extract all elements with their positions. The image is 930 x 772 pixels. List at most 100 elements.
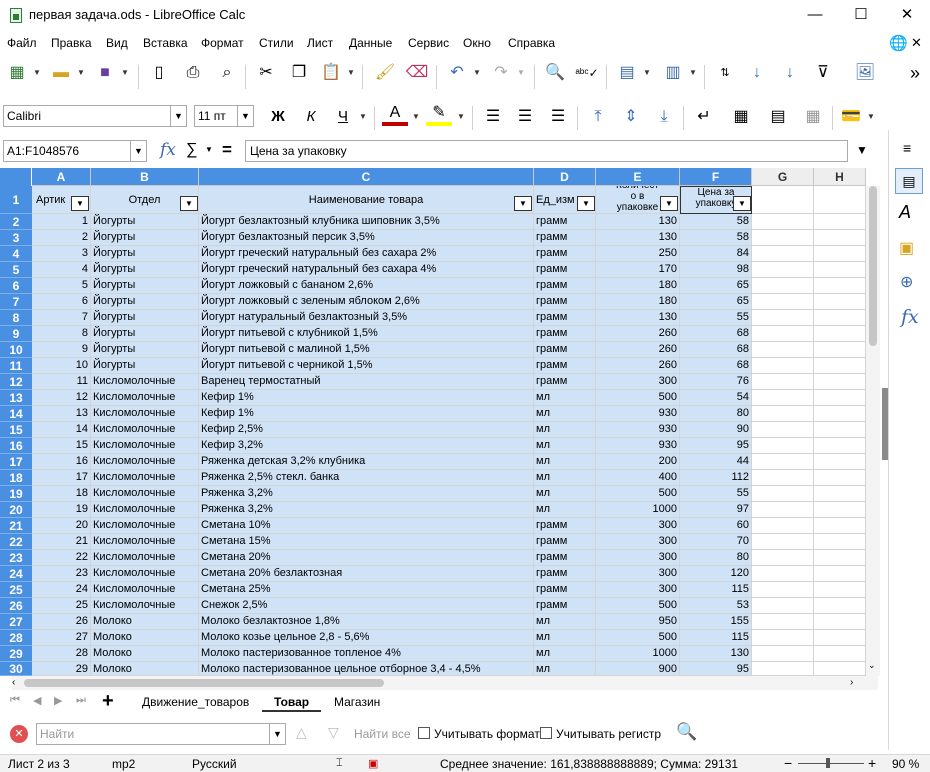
cell-quantity[interactable]: 930 xyxy=(596,406,680,422)
cell-department[interactable]: Молоко xyxy=(91,614,199,630)
cell[interactable] xyxy=(814,214,866,230)
cell-quantity[interactable]: 260 xyxy=(596,326,680,342)
cell-article[interactable]: 27 xyxy=(32,630,91,646)
cell[interactable] xyxy=(814,470,866,486)
cell-unit[interactable]: грамм xyxy=(534,374,596,390)
menu-sheet[interactable]: Лист xyxy=(307,36,333,50)
cell[interactable] xyxy=(752,614,814,630)
row-header[interactable]: 4 xyxy=(0,246,32,262)
cell-price[interactable]: 98 xyxy=(680,262,752,278)
cell-department[interactable]: Йогурты xyxy=(91,342,199,358)
cell-article[interactable]: 28 xyxy=(32,646,91,662)
row-header[interactable]: 26 xyxy=(0,598,32,614)
cell[interactable] xyxy=(752,646,814,662)
cell-quantity[interactable]: 900 xyxy=(596,662,680,676)
cell-department[interactable]: Кисломолочные xyxy=(91,374,199,390)
cell[interactable] xyxy=(814,390,866,406)
minimize-button[interactable]: — xyxy=(792,0,838,30)
cell-quantity[interactable]: 260 xyxy=(596,342,680,358)
cell[interactable] xyxy=(752,582,814,598)
cell-article[interactable]: 24 xyxy=(32,582,91,598)
cell-unit[interactable]: мл xyxy=(534,406,596,422)
cell[interactable] xyxy=(814,246,866,262)
horizontal-scroll-thumb[interactable] xyxy=(24,679,384,687)
zoom-in-icon[interactable]: + xyxy=(868,755,876,771)
cell-unit[interactable]: мл xyxy=(534,486,596,502)
unmerge-cells-icon[interactable]: ▦ xyxy=(800,104,826,130)
column-header-c[interactable]: C xyxy=(199,168,534,186)
clear-formatting-icon[interactable]: ⌫ xyxy=(404,60,430,86)
autofilter-button-b[interactable]: ▼ xyxy=(180,196,198,211)
cell-article[interactable]: 16 xyxy=(32,454,91,470)
first-sheet-icon[interactable]: ⏮ xyxy=(10,694,20,707)
font-color-button[interactable]: A xyxy=(382,102,408,126)
cell-product-name[interactable]: Молоко пастеризованное цельное отборное … xyxy=(199,662,534,676)
cell-department[interactable]: Кисломолочные xyxy=(91,422,199,438)
row-header[interactable]: 5 xyxy=(0,262,32,278)
menu-tools[interactable]: Сервис xyxy=(408,36,449,50)
cell-department[interactable]: Кисломолочные xyxy=(91,406,199,422)
row-header[interactable]: 15 xyxy=(0,422,32,438)
cell-quantity[interactable]: 250 xyxy=(596,246,680,262)
autofilter-button-f[interactable]: ▼ xyxy=(733,196,751,211)
cell-price[interactable]: 68 xyxy=(680,326,752,342)
cell[interactable] xyxy=(814,662,866,676)
autofilter-button-c[interactable]: ▼ xyxy=(514,196,532,211)
cell-unit[interactable]: грамм xyxy=(534,518,596,534)
cell-article[interactable]: 26 xyxy=(32,614,91,630)
cell-product-name[interactable]: Ряженка 3,2% xyxy=(199,486,534,502)
sheet-tab-store[interactable]: Магазин xyxy=(324,692,390,712)
cell-product-name[interactable]: Сметана 20% безлактозная xyxy=(199,566,534,582)
cell-product-name[interactable]: Снежок 2,5% xyxy=(199,598,534,614)
cell[interactable] xyxy=(752,358,814,374)
menu-insert[interactable]: Вставка xyxy=(143,36,188,50)
cell-price[interactable]: 54 xyxy=(680,390,752,406)
cell-quantity[interactable]: 260 xyxy=(596,358,680,374)
cut-icon[interactable]: ✂ xyxy=(253,60,279,86)
merge-cells-icon[interactable]: ▦ xyxy=(728,104,754,130)
cell-product-name[interactable]: Варенец термостатный xyxy=(199,374,534,390)
cell-quantity[interactable]: 300 xyxy=(596,374,680,390)
undo-dropdown-icon[interactable]: ▼ xyxy=(472,60,482,86)
cell[interactable] xyxy=(814,534,866,550)
cell-department[interactable]: Йогурты xyxy=(91,358,199,374)
cell-unit[interactable]: грамм xyxy=(534,310,596,326)
select-all-corner[interactable] xyxy=(0,168,32,186)
column-header-d[interactable]: D xyxy=(534,168,596,186)
previous-sheet-icon[interactable]: ◀ xyxy=(33,694,41,707)
chevron-down-icon[interactable]: ▼ xyxy=(130,141,146,161)
find-previous-icon[interactable]: △ xyxy=(296,724,307,741)
align-bottom-icon[interactable]: ⤓ xyxy=(651,104,677,130)
document-modified-icon[interactable]: ▣ xyxy=(368,757,378,770)
underline-button[interactable]: Ч xyxy=(330,104,356,130)
cell-unit[interactable]: мл xyxy=(534,390,596,406)
cell-department[interactable]: Йогурты xyxy=(91,246,199,262)
spelling-icon[interactable]: ᵃᵇᶜ✓ xyxy=(574,60,600,86)
cell[interactable] xyxy=(752,374,814,390)
cell[interactable] xyxy=(814,454,866,470)
more-options-icon[interactable]: » xyxy=(902,60,928,86)
cell-article[interactable]: 1 xyxy=(32,214,91,230)
align-top-icon[interactable]: ⤒ xyxy=(585,104,611,130)
cell-article[interactable]: 6 xyxy=(32,294,91,310)
cell-price[interactable]: 70 xyxy=(680,534,752,550)
close-find-bar-icon[interactable]: ✕ xyxy=(10,725,28,743)
row-header[interactable]: 8 xyxy=(0,310,32,326)
sort-descending-icon[interactable]: ↓ xyxy=(777,60,803,86)
cell[interactable] xyxy=(752,438,814,454)
cell[interactable] xyxy=(752,186,814,214)
chevron-down-icon[interactable]: ▼ xyxy=(237,106,253,126)
row-header[interactable]: 27 xyxy=(0,614,32,630)
sum-dropdown-icon[interactable]: ▼ xyxy=(205,145,213,154)
cell[interactable] xyxy=(814,582,866,598)
cell-quantity[interactable]: 130 xyxy=(596,230,680,246)
row-header[interactable]: 6 xyxy=(0,278,32,294)
cell-article[interactable]: 3 xyxy=(32,246,91,262)
cell[interactable] xyxy=(752,566,814,582)
cell-department[interactable]: Кисломолочные xyxy=(91,486,199,502)
cell-quantity[interactable]: 130 xyxy=(596,214,680,230)
cell[interactable] xyxy=(752,550,814,566)
row-header[interactable]: 21 xyxy=(0,518,32,534)
cell-unit[interactable]: грамм xyxy=(534,358,596,374)
cell-quantity[interactable]: 180 xyxy=(596,278,680,294)
